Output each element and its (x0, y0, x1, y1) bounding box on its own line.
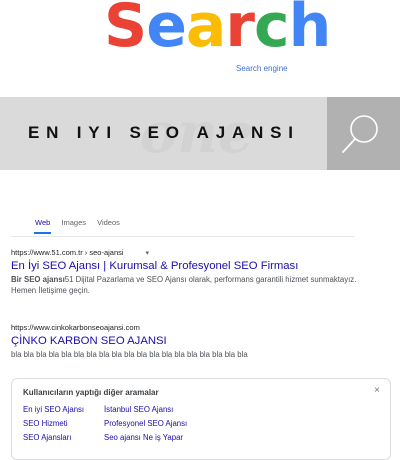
result-tabs: Web Images Videos (33, 218, 129, 234)
logo-letter: h (288, 0, 332, 61)
search-input[interactable]: EN IYI SEO AJANSI (28, 123, 300, 143)
related-link[interactable]: İstanbul SEO Ajansı (104, 405, 173, 414)
magnifier-icon (342, 115, 378, 153)
result-url[interactable]: https://www.51.com.tr › seo-ajansi ▾ (11, 248, 371, 257)
result-snippet: Bir SEO ajansı51 Dijital Pazarlama ve SE… (11, 274, 371, 296)
logo-letter: c (254, 0, 290, 61)
close-icon[interactable]: × (374, 385, 380, 396)
related-searches-heading: Kullanıcıların yaptığı diğer aramalar (23, 388, 159, 397)
logo-area: Search Search engine (0, 0, 400, 80)
related-link[interactable]: Profesyonel SEO Ajansı (104, 419, 187, 428)
related-searches-panel: Kullanıcıların yaptığı diğer aramalar × … (11, 378, 391, 460)
tab-web[interactable]: Web (33, 218, 52, 234)
tabs-divider (11, 236, 354, 237)
chevron-down-icon[interactable]: ▾ (146, 250, 150, 257)
result-title-link[interactable]: ÇİNKO KARBON SEO AJANSI (11, 335, 371, 347)
search-bar[interactable]: one EN IYI SEO AJANSI (0, 97, 400, 170)
search-button[interactable] (327, 97, 400, 170)
search-logo: Search (104, 0, 332, 64)
logo-letter: a (185, 0, 226, 61)
logo-letter: r (225, 0, 255, 61)
related-link[interactable]: En iyi SEO Ajansı (23, 405, 84, 414)
related-link[interactable]: SEO Ajansları (23, 433, 72, 442)
search-result: https://www.cinkokarbonseoajansi.com ÇİN… (11, 323, 371, 360)
result-url-text: https://www.51.com.tr › seo-ajansi (11, 248, 124, 257)
logo-tagline: Search engine (236, 64, 288, 73)
result-title-link[interactable]: En İyi SEO Ajansı | Kurumsal & Profesyon… (11, 260, 371, 272)
related-link[interactable]: Seo ajansı Ne iş Yapar (104, 433, 183, 442)
tab-videos[interactable]: Videos (97, 218, 120, 227)
search-result: https://www.51.com.tr › seo-ajansi ▾ En İ… (11, 248, 371, 296)
tab-images[interactable]: Images (61, 218, 86, 227)
result-snippet: bla bla bla bla bla bla bla bla bla bla … (11, 350, 248, 359)
snippet-highlight: Bir SEO ajansı (11, 275, 65, 284)
logo-letter: S (104, 0, 147, 61)
logo-letter: e (146, 0, 187, 61)
related-link[interactable]: SEO Hizmeti (23, 419, 68, 428)
result-url[interactable]: https://www.cinkokarbonseoajansi.com (11, 323, 371, 332)
